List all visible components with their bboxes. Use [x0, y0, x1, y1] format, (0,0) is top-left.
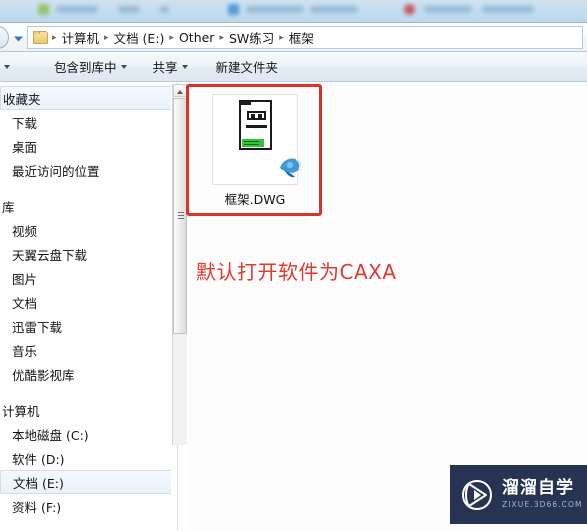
chevron-down-icon — [181, 64, 188, 69]
sidebar-item-thunder-download[interactable]: 迅雷下载 — [0, 314, 177, 338]
new-folder-button[interactable]: 新建文件夹 — [209, 54, 286, 79]
sidebar-item-youku-library-label: 优酷影视库 — [12, 367, 75, 383]
watermark-title: 溜溜自学 — [502, 478, 574, 499]
sidebar-item-videos[interactable]: 视频 — [0, 218, 177, 242]
watermark-text: 溜溜自学 ZIXUE.3D66.COM — [502, 480, 583, 509]
sidebar-item-data-f-label: 资料 (F:) — [12, 499, 62, 515]
blurred-text — [118, 6, 140, 13]
blurred-text — [56, 6, 98, 13]
sidebar-item-desktop[interactable]: 桌面 — [0, 134, 177, 158]
blurred-text — [482, 6, 534, 13]
folder-icon — [32, 30, 49, 45]
sidebar-item-data-f[interactable]: 资料 (F:) — [0, 494, 177, 518]
play-button-logo-icon — [461, 479, 493, 510]
blurred-text — [424, 6, 472, 13]
share-button[interactable]: 共享 — [146, 54, 195, 79]
chevron-down-icon — [120, 64, 127, 69]
sidebar-item-software-d-label: 软件 (D:) — [12, 451, 65, 467]
dwg-drawing-thumbnail — [212, 94, 301, 185]
watermark: 溜溜自学 ZIXUE.3D66.COM — [450, 465, 587, 524]
sidebar-item-thunder-download-label: 迅雷下载 — [12, 319, 63, 335]
sidebar-item-local-disk-c-label: 本地磁盘 (C:) — [12, 427, 89, 443]
include-in-library-button[interactable]: 包含到库中 — [47, 54, 134, 79]
scrollbar-grip-icon — [178, 212, 184, 219]
breadcrumb-item-computer[interactable]: 计算机 — [58, 27, 104, 48]
sidebar-item-tianyi-cloud-label: 天翼云盘下载 — [12, 247, 88, 263]
sidebar-item-tianyi-cloud[interactable]: 天翼云盘下载 — [0, 242, 177, 266]
blurred-desktop-strip — [0, 0, 587, 22]
navigation-pane[interactable]: 收藏夹 下载 桌面 最近访问的位置 库 视频 天翼云盘下载 图片 文档 迅雷下载… — [0, 82, 178, 531]
sidebar-item-pictures[interactable]: 图片 — [0, 266, 177, 290]
sidebar-item-downloads[interactable]: 下载 — [0, 110, 177, 134]
caxa-app-overlay-icon — [280, 158, 301, 178]
blurred-icon — [38, 4, 49, 15]
chevron-down-icon[interactable] — [12, 32, 25, 45]
sidebar-item-youku-library[interactable]: 优酷影视库 — [0, 362, 177, 386]
breadcrumb-item-frame[interactable]: 框架 — [285, 27, 318, 48]
back-button[interactable] — [0, 26, 9, 49]
sidebar-item-software-d[interactable]: 软件 (D:) — [0, 446, 177, 470]
sidebar-group-favorites[interactable]: 收藏夹 — [0, 86, 171, 110]
sidebar-item-videos-label: 视频 — [12, 223, 38, 239]
sidebar-item-documents[interactable]: 文档 — [0, 290, 177, 314]
sidebar-item-recent-places[interactable]: 最近访问的位置 — [0, 158, 177, 182]
sidebar-group-favorites-label: 收藏夹 — [3, 91, 41, 107]
sidebar-item-music-label: 音乐 — [12, 343, 38, 359]
scrollbar-thumb[interactable] — [173, 98, 187, 334]
sidebar-item-documents-label: 文档 — [12, 295, 38, 311]
blurred-text — [310, 6, 358, 13]
chevron-down-icon — [4, 64, 10, 69]
sidebar-group-libraries[interactable]: 库 — [0, 194, 177, 218]
annotation-text: 默认打开软件为CAXA — [196, 260, 397, 284]
watermark-subtitle: ZIXUE.3D66.COM — [502, 500, 583, 510]
new-folder-label: 新建文件夹 — [215, 60, 279, 75]
share-label: 共享 — [152, 60, 178, 75]
sidebar-item-pictures-label: 图片 — [12, 271, 38, 287]
blurred-icon — [228, 4, 239, 15]
breadcrumb-item-sw-practice[interactable]: SW练习 — [225, 27, 278, 48]
drawing-preview-icon — [239, 100, 272, 150]
navigation-pane-scrollbar[interactable] — [172, 84, 187, 445]
sidebar-item-desktop-label: 桌面 — [12, 139, 38, 155]
list-item[interactable]: 框架.DWG — [206, 94, 304, 207]
command-toolbar: 包含到库中 共享 新建文件夹 — [0, 52, 587, 82]
sidebar-item-documents-e[interactable]: 文档 (E:) — [0, 470, 171, 494]
include-in-library-label: 包含到库中 — [54, 60, 117, 75]
breadcrumb-item-other[interactable]: Other — [175, 29, 219, 46]
sidebar-item-local-disk-c[interactable]: 本地磁盘 (C:) — [0, 422, 177, 446]
organize-menu-button[interactable] — [0, 62, 17, 72]
breadcrumb[interactable]: ▸ 计算机 ▸ 文档 (E:) ▸ Other ▸ SW练习 ▸ 框架 — [27, 26, 583, 49]
sidebar-item-downloads-label: 下载 — [12, 115, 38, 131]
sidebar-group-computer[interactable]: 计算机 — [0, 398, 177, 422]
blurred-text — [160, 6, 169, 13]
breadcrumb-item-documents-e[interactable]: 文档 (E:) — [110, 27, 169, 48]
sidebar-item-music[interactable]: 音乐 — [0, 338, 177, 362]
sidebar-group-computer-label: 计算机 — [2, 403, 40, 419]
address-bar: ▸ 计算机 ▸ 文档 (E:) ▸ Other ▸ SW练习 ▸ 框架 — [0, 22, 587, 52]
sidebar-item-recent-places-label: 最近访问的位置 — [12, 163, 100, 179]
blurred-icon — [404, 4, 415, 15]
blurred-text — [246, 6, 304, 13]
sidebar-group-libraries-label: 库 — [2, 199, 15, 215]
list-item-label: 框架.DWG — [224, 192, 286, 207]
scroll-up-arrow-icon[interactable] — [173, 84, 187, 97]
sidebar-item-documents-e-label: 文档 (E:) — [13, 475, 64, 491]
